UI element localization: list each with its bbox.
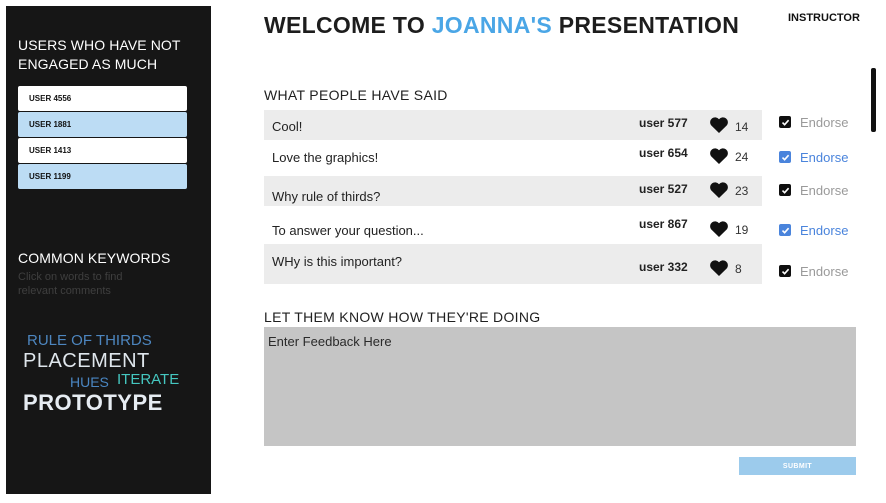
checkbox-icon: [779, 224, 791, 236]
comment-text: Why rule of thirds?: [272, 189, 381, 204]
checkbox-icon: [779, 116, 791, 128]
title-prefix: WELCOME TO: [264, 12, 432, 38]
comment-user: user 867: [639, 217, 688, 231]
comment-user: user 577: [639, 116, 688, 130]
endorse-toggle[interactable]: Endorse: [779, 182, 848, 198]
checkbox-icon: [779, 151, 791, 163]
keyword-iterate[interactable]: ITERATE: [117, 372, 179, 387]
heart-icon[interactable]: [709, 259, 729, 277]
comment-user: user 654: [639, 146, 688, 160]
like-count: 23: [735, 184, 749, 198]
keywords-hint: Click on words to find relevant comments: [18, 271, 123, 297]
feedback-heading: LET THEM KNOW HOW THEY'RE DOING: [264, 309, 541, 325]
like-count: 19: [735, 223, 749, 237]
keyword-rule-of-thirds[interactable]: RULE OF THIRDS: [27, 333, 152, 348]
comment-user: user 332: [639, 260, 688, 274]
heart-icon[interactable]: [709, 116, 729, 134]
user-list: USER 4556 USER 1881 USER 1413 USER 1199: [18, 86, 187, 190]
endorse-label: Endorse: [800, 114, 849, 130]
heart-icon[interactable]: [709, 147, 729, 165]
submit-button[interactable]: SUBMIT: [739, 457, 856, 475]
comment-text: Cool!: [272, 119, 303, 134]
endorse-label: Endorse: [800, 182, 849, 198]
checkbox-icon: [779, 265, 791, 277]
page-title: WELCOME TO JOANNA'S PRESENTATION: [264, 12, 739, 39]
scrollbar[interactable]: [871, 68, 876, 132]
comment-row: WHy is this important? user 332 8: [264, 244, 762, 284]
comment-text: Love the graphics!: [272, 150, 379, 165]
user-item[interactable]: USER 1413: [18, 138, 187, 163]
user-item[interactable]: USER 4556: [18, 86, 187, 111]
user-item[interactable]: USER 1881: [18, 112, 187, 137]
endorse-toggle[interactable]: Endorse: [779, 263, 848, 279]
heart-icon[interactable]: [709, 181, 729, 199]
sidebar: USERS WHO HAVE NOT ENGAGED AS MUCH USER …: [6, 6, 211, 494]
endorse-label: Endorse: [800, 222, 849, 238]
comment-row: Why rule of thirds? user 527 23: [264, 176, 762, 206]
title-suffix: PRESENTATION: [552, 12, 740, 38]
comment-row: Cool! user 577 14: [264, 110, 762, 140]
role-label: INSTRUCTOR: [788, 12, 860, 24]
keyword-placement[interactable]: PLACEMENT: [23, 351, 150, 371]
endorse-toggle[interactable]: Endorse: [779, 149, 848, 165]
user-item[interactable]: USER 1199: [18, 164, 187, 189]
like-count: 8: [735, 262, 742, 276]
keyword-hues[interactable]: HUES: [70, 375, 109, 389]
keyword-prototype[interactable]: PROTOTYPE: [23, 392, 163, 414]
endorse-toggle[interactable]: Endorse: [779, 114, 848, 130]
checkbox-icon: [779, 184, 791, 196]
comments-heading: WHAT PEOPLE HAVE SAID: [264, 87, 448, 103]
endorse-label: Endorse: [800, 263, 849, 279]
comment-text: To answer your question...: [272, 223, 424, 238]
comment-row: Love the graphics! user 654 24: [264, 142, 762, 174]
keywords-heading: COMMON KEYWORDS: [18, 250, 171, 266]
heart-icon[interactable]: [709, 220, 729, 238]
presenter-name: JOANNA'S: [431, 12, 553, 38]
comment-text: WHy is this important?: [272, 254, 403, 269]
users-heading: USERS WHO HAVE NOT ENGAGED AS MUCH: [18, 37, 181, 72]
comment-user: user 527: [639, 182, 688, 196]
feedback-input[interactable]: [264, 327, 856, 446]
like-count: 14: [735, 120, 749, 134]
comment-row: To answer your question... user 867 19: [264, 208, 762, 242]
endorse-toggle[interactable]: Endorse: [779, 222, 848, 238]
like-count: 24: [735, 150, 749, 164]
endorse-label: Endorse: [800, 149, 849, 165]
